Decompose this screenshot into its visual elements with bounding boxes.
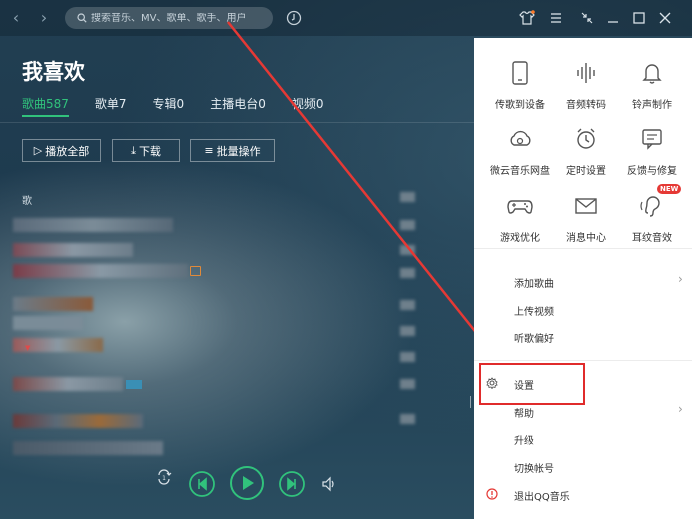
menu-item-message-center[interactable]: 消息中心 xyxy=(550,193,622,244)
mail-icon xyxy=(575,198,597,214)
exit-icon xyxy=(486,488,498,500)
menu-item-label: 添加歌曲 xyxy=(514,279,554,290)
chevron-right-icon: › xyxy=(678,272,683,286)
audio-wave-icon xyxy=(577,63,595,83)
menu-item-label: 退出QQ音乐 xyxy=(514,492,570,503)
menu-divider xyxy=(474,360,692,361)
new-badge: NEW xyxy=(657,184,682,194)
menu-item-timer[interactable]: 定时设置 xyxy=(550,126,622,177)
menu-item-game-optimize[interactable]: 游戏优化 xyxy=(484,193,556,244)
menu-item-help[interactable]: 帮助 xyxy=(514,405,534,420)
menu-item-label: 上传视频 xyxy=(514,307,554,318)
ear-icon xyxy=(640,196,660,217)
menu-item-transfer-to-device[interactable]: 传歌到设备 xyxy=(484,60,556,111)
menu-item-label: 铃声制作 xyxy=(632,100,672,111)
phone-icon xyxy=(512,61,528,85)
menu-item-listen-preference[interactable]: 听歌偏好 xyxy=(514,330,554,345)
menu-item-ear-sound[interactable]: 耳纹音效 xyxy=(616,193,688,244)
menu-item-label: 消息中心 xyxy=(566,233,606,244)
menu-item-upload-video[interactable]: 上传视频 xyxy=(514,303,554,318)
menu-item-label: 传歌到设备 xyxy=(495,100,545,111)
watermark-url: zhinan.sogou.com xyxy=(560,481,642,491)
cloud-icon xyxy=(510,130,531,146)
menu-item-feedback[interactable]: 反馈与修复 xyxy=(616,126,688,177)
chevron-right-icon: › xyxy=(678,402,683,416)
menu-item-label: 音频转码 xyxy=(566,100,606,111)
alarm-clock-icon xyxy=(577,128,595,149)
bell-icon xyxy=(642,64,662,84)
watermark-text: 搜狗指南 xyxy=(524,441,608,465)
menu-item-label: 反馈与修复 xyxy=(627,166,677,177)
menu-item-weiyun-disk[interactable]: 微云音乐网盘 xyxy=(484,126,556,177)
menu-item-ringtone[interactable]: 铃声制作 xyxy=(616,60,688,111)
menu-item-audio-convert[interactable]: 音频转码 xyxy=(550,60,622,111)
menu-item-label: 定时设置 xyxy=(566,166,606,177)
menu-item-label: 游戏优化 xyxy=(500,233,540,244)
menu-item-label: 听歌偏好 xyxy=(514,334,554,345)
feedback-icon xyxy=(642,129,662,150)
menu-divider xyxy=(474,248,692,249)
settings-highlight-box xyxy=(479,363,585,405)
menu-item-label: 微云音乐网盘 xyxy=(490,166,550,177)
gamepad-icon xyxy=(507,200,533,214)
menu-item-label: 耳纹音效 xyxy=(632,233,672,244)
menu-item-label: 帮助 xyxy=(514,409,534,420)
menu-item-add-song[interactable]: 添加歌曲 xyxy=(514,275,554,290)
